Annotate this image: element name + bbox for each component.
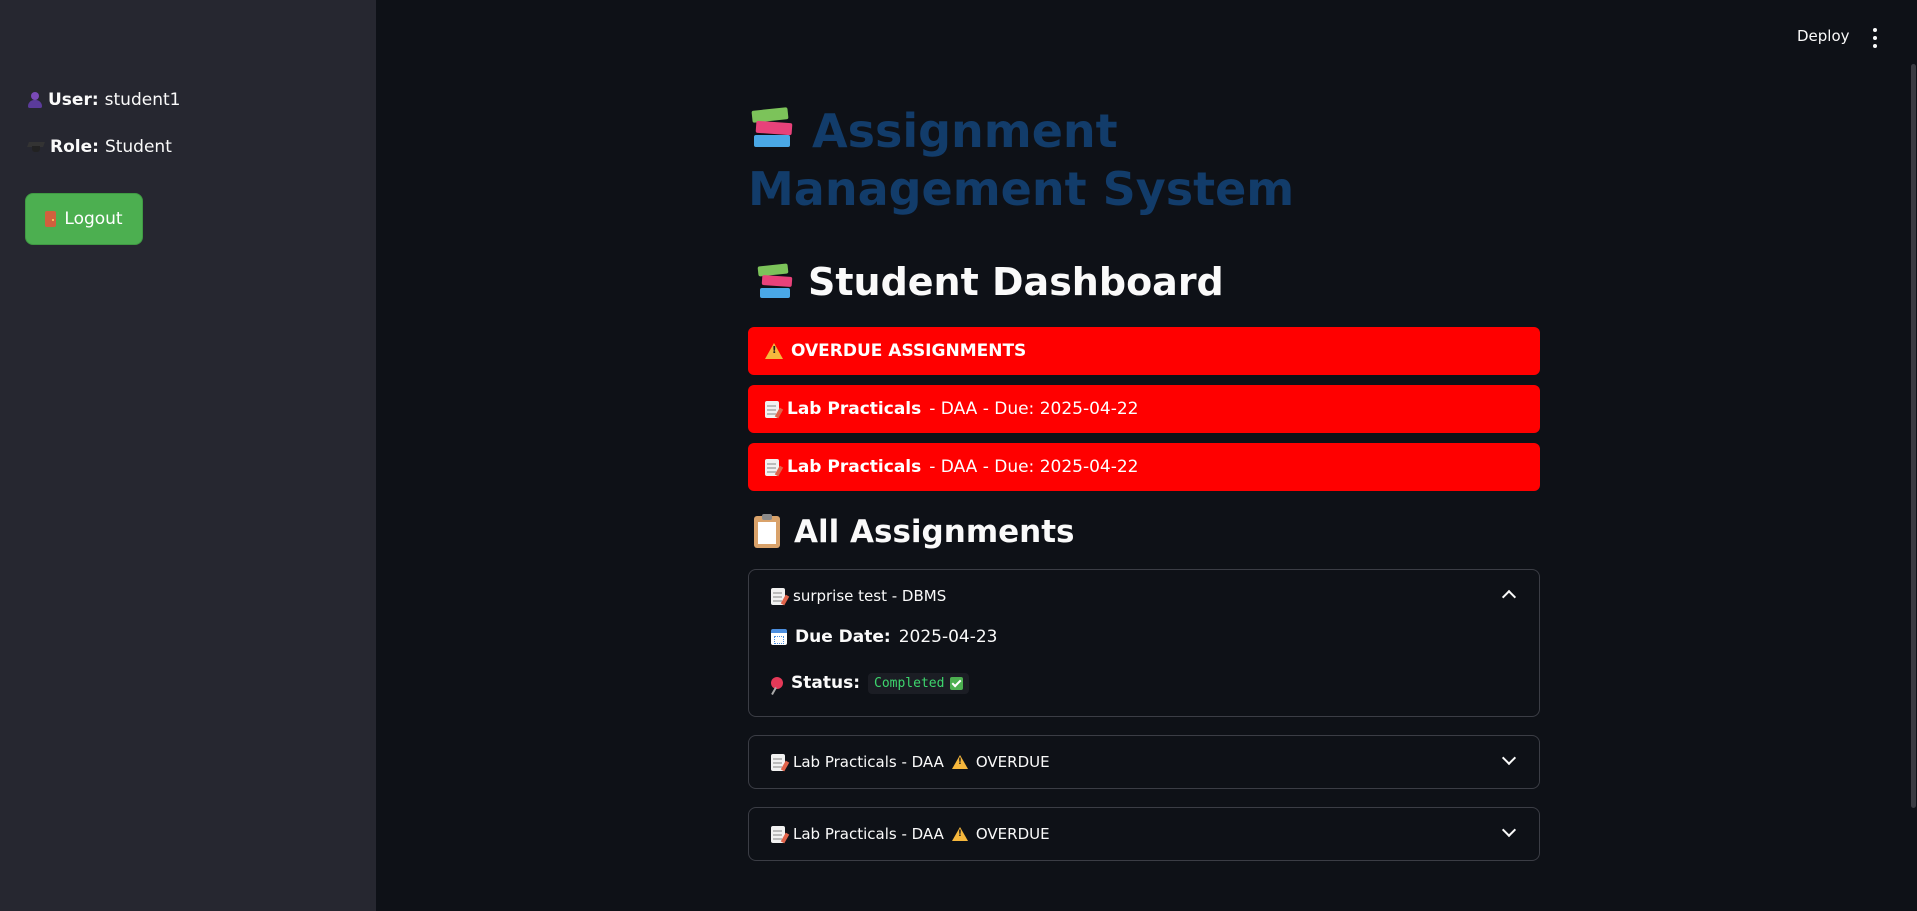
calendar-icon	[771, 629, 787, 645]
door-icon	[45, 211, 57, 227]
assignment-label: Lab Practicals - DAA	[793, 825, 944, 843]
pushpin-icon	[771, 677, 783, 689]
chevron-up-icon	[1501, 589, 1517, 605]
check-icon	[950, 676, 964, 690]
assignment-expander: surprise test - DBMS Due Date: 2025-04-2…	[748, 569, 1540, 717]
due-date-row: Due Date: 2025-04-23	[771, 622, 1517, 652]
assignment-expander: Lab Practicals - DAA OVERDUE	[748, 735, 1540, 789]
dashboard-title: Student Dashboard	[754, 260, 1224, 304]
status-badge: Completed	[868, 672, 970, 694]
expander-body: Due Date: 2025-04-23 Status: Completed	[749, 622, 1539, 698]
app-title-text: Assignment Management System	[748, 104, 1295, 216]
overdue-header-alert: OVERDUE ASSIGNMENTS	[748, 327, 1540, 375]
due-label: Due Date:	[795, 627, 891, 647]
logout-button[interactable]: Logout	[25, 193, 143, 245]
all-assignments-title: All Assignments	[754, 514, 1074, 550]
overdue-tag: OVERDUE	[975, 825, 1050, 843]
logout-label: Logout	[64, 209, 123, 229]
memo-icon	[771, 587, 785, 605]
sidebar: User: student1 Role: Student Logout	[0, 0, 376, 911]
expander-header[interactable]: surprise test - DBMS	[749, 570, 1539, 622]
overdue-detail: - DAA - Due: 2025-04-22	[929, 457, 1139, 477]
status-value: Completed	[874, 675, 945, 691]
user-label: User:	[48, 90, 99, 110]
assignment-expander: Lab Practicals - DAA OVERDUE	[748, 807, 1540, 861]
chevron-down-icon	[1501, 750, 1517, 766]
warning-icon	[765, 343, 783, 359]
role-value: Student	[104, 137, 172, 157]
role-label: Role:	[50, 137, 99, 157]
overdue-title: Lab Practicals	[787, 457, 922, 477]
status-label: Status:	[791, 673, 860, 693]
more-options-icon[interactable]	[1868, 28, 1882, 48]
memo-icon	[771, 825, 785, 843]
all-assignments-text: All Assignments	[794, 514, 1075, 550]
graduation-cap-icon	[28, 140, 44, 154]
memo-icon	[765, 400, 779, 418]
overdue-title: Lab Practicals	[787, 399, 922, 419]
books-icon	[748, 107, 798, 151]
overdue-header-text: OVERDUE ASSIGNMENTS	[791, 341, 1027, 361]
assignment-label: Lab Practicals - DAA	[793, 753, 944, 771]
page-title: Assignment Management System	[748, 102, 1428, 218]
deploy-button[interactable]: Deploy	[1797, 27, 1850, 45]
chevron-down-icon	[1501, 822, 1517, 838]
due-value: 2025-04-23	[898, 627, 998, 647]
expander-header[interactable]: Lab Practicals - DAA OVERDUE	[749, 736, 1539, 788]
scrollbar[interactable]	[1911, 64, 1916, 808]
overdue-alert: Lab Practicals - DAA - Due: 2025-04-22	[748, 385, 1540, 433]
warning-icon	[951, 755, 968, 769]
user-icon	[28, 92, 42, 108]
user-info: User: student1	[28, 90, 180, 110]
clipboard-icon	[754, 514, 780, 548]
overdue-alert: Lab Practicals - DAA - Due: 2025-04-22	[748, 443, 1540, 491]
memo-icon	[765, 458, 779, 476]
assignment-label: surprise test - DBMS	[793, 587, 947, 605]
books-icon	[754, 263, 796, 301]
overdue-tag: OVERDUE	[975, 753, 1050, 771]
expander-header[interactable]: Lab Practicals - DAA OVERDUE	[749, 808, 1539, 860]
memo-icon	[771, 753, 785, 771]
status-row: Status: Completed	[771, 668, 1517, 698]
dashboard-title-text: Student Dashboard	[808, 260, 1224, 304]
warning-icon	[951, 827, 968, 841]
user-value: student1	[104, 90, 181, 110]
role-info: Role: Student	[28, 137, 172, 157]
overdue-detail: - DAA - Due: 2025-04-22	[929, 399, 1139, 419]
